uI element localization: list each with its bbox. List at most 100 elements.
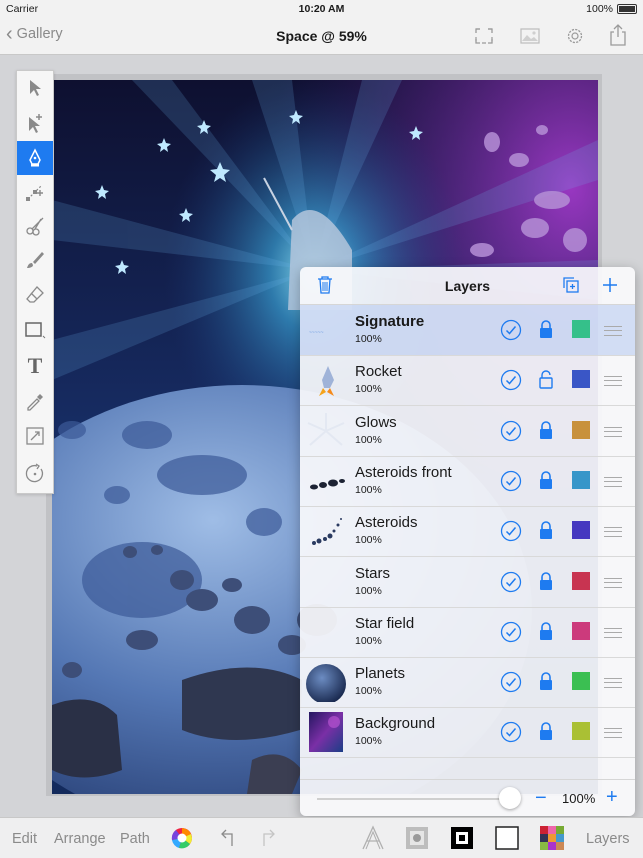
visibility-check-icon[interactable] bbox=[500, 571, 522, 593]
text-tool[interactable]: T bbox=[17, 349, 53, 383]
layer-row[interactable]: ~~~~~ Signature 100% bbox=[300, 305, 635, 356]
reorder-handle[interactable] bbox=[604, 426, 622, 437]
reorder-handle[interactable] bbox=[604, 627, 622, 638]
reorder-handle[interactable] bbox=[604, 678, 622, 689]
eyedropper-tool[interactable] bbox=[17, 384, 53, 418]
pen-icon bbox=[29, 148, 41, 167]
layer-color-swatch[interactable] bbox=[572, 722, 590, 741]
battery-icon bbox=[617, 4, 637, 14]
lock-icon[interactable] bbox=[538, 520, 554, 540]
reorder-handle[interactable] bbox=[604, 527, 622, 538]
undo-icon[interactable] bbox=[218, 828, 238, 848]
lock-icon[interactable] bbox=[538, 721, 554, 741]
duplicate-layer-icon[interactable] bbox=[562, 276, 580, 294]
scissors-tool[interactable] bbox=[17, 209, 53, 243]
text-style-icon[interactable] bbox=[361, 825, 385, 851]
eyedropper-icon bbox=[27, 394, 43, 411]
pen-tool[interactable] bbox=[17, 141, 53, 175]
layer-name: Asteroids bbox=[355, 514, 418, 532]
nav-bar: ‹ Gallery Space @ 59% bbox=[0, 18, 643, 55]
lock-icon[interactable] bbox=[538, 621, 554, 641]
lock-icon[interactable] bbox=[538, 671, 554, 691]
visibility-check-icon[interactable] bbox=[500, 671, 522, 693]
lock-icon[interactable] bbox=[538, 319, 554, 339]
visibility-check-icon[interactable] bbox=[500, 470, 522, 492]
image-icon[interactable] bbox=[519, 26, 541, 46]
opacity-slider-track[interactable] bbox=[317, 798, 517, 800]
eraser-tool[interactable] bbox=[17, 278, 53, 312]
layer-color-swatch[interactable] bbox=[572, 370, 590, 389]
layer-opacity: 100% bbox=[355, 433, 382, 446]
reorder-handle[interactable] bbox=[604, 577, 622, 588]
rotate-icon bbox=[25, 463, 44, 483]
svg-text:~~~~~: ~~~~~ bbox=[309, 330, 324, 336]
arrange-button[interactable]: Arrange bbox=[54, 831, 106, 847]
transform-icon bbox=[26, 427, 44, 445]
color-wheel-icon[interactable] bbox=[171, 827, 193, 849]
layer-row[interactable]: Stars 100% bbox=[300, 557, 635, 608]
node-tool[interactable] bbox=[17, 175, 53, 209]
effects-icon[interactable] bbox=[405, 826, 429, 850]
layer-row[interactable]: Rocket 100% bbox=[300, 355, 635, 407]
scissors-icon bbox=[26, 217, 44, 236]
layer-color-swatch[interactable] bbox=[572, 571, 590, 590]
path-button[interactable]: Path bbox=[120, 831, 150, 847]
opacity-increase-button[interactable]: + bbox=[606, 786, 618, 809]
direct-select-tool[interactable] bbox=[17, 106, 53, 140]
select-tool[interactable] bbox=[17, 71, 53, 105]
unlock-icon[interactable] bbox=[538, 369, 554, 389]
layer-name: Glows bbox=[355, 413, 397, 431]
reorder-handle[interactable] bbox=[604, 376, 622, 387]
gear-icon[interactable] bbox=[564, 26, 586, 46]
visibility-check-icon[interactable] bbox=[500, 369, 522, 391]
layer-row[interactable]: Background 100% bbox=[300, 707, 635, 759]
battery-percent: 100% bbox=[586, 3, 613, 15]
share-icon[interactable] bbox=[607, 23, 629, 47]
transform-tool[interactable] bbox=[17, 419, 53, 453]
layer-color-swatch[interactable] bbox=[572, 320, 590, 338]
visibility-check-icon[interactable] bbox=[500, 520, 522, 542]
fill-color-icon[interactable] bbox=[495, 826, 519, 850]
reorder-handle[interactable] bbox=[604, 326, 622, 336]
reorder-handle[interactable] bbox=[604, 728, 622, 739]
layer-row[interactable]: Planets 100% bbox=[300, 657, 635, 709]
edit-button[interactable]: Edit bbox=[12, 831, 37, 847]
layer-row[interactable]: Star field 100% bbox=[300, 607, 635, 658]
visibility-check-icon[interactable] bbox=[500, 621, 522, 643]
layer-color-swatch[interactable] bbox=[572, 621, 590, 640]
page-title: Space @ 59% bbox=[276, 28, 367, 44]
swatches-icon[interactable] bbox=[540, 826, 564, 850]
layer-color-swatch[interactable] bbox=[572, 470, 590, 489]
redo-icon[interactable] bbox=[258, 828, 278, 848]
visibility-check-icon[interactable] bbox=[500, 420, 522, 442]
brush-tool[interactable] bbox=[17, 243, 53, 277]
visibility-check-icon[interactable] bbox=[500, 319, 522, 341]
layer-color-swatch[interactable] bbox=[572, 521, 590, 540]
layer-name: Stars bbox=[355, 564, 391, 582]
layer-row[interactable]: Asteroids 100% bbox=[300, 506, 635, 558]
layer-color-swatch[interactable] bbox=[572, 420, 590, 439]
fullscreen-icon[interactable] bbox=[473, 26, 495, 46]
opacity-decrease-button[interactable]: − bbox=[535, 787, 547, 810]
layers-button[interactable]: Layers bbox=[586, 831, 630, 847]
rotate-tool[interactable] bbox=[17, 456, 53, 490]
visibility-check-icon[interactable] bbox=[500, 721, 522, 743]
add-layer-icon[interactable] bbox=[601, 276, 619, 294]
layer-opacity: 100% bbox=[355, 584, 382, 597]
layer-row[interactable]: Asteroids front 100% bbox=[300, 456, 635, 507]
lock-icon[interactable] bbox=[538, 420, 554, 440]
lock-icon[interactable] bbox=[538, 470, 554, 490]
layer-name: Background bbox=[355, 715, 436, 733]
layer-name: Planets bbox=[355, 665, 406, 683]
reorder-handle[interactable] bbox=[604, 476, 622, 487]
layer-name: Star field bbox=[355, 614, 415, 632]
stroke-color-icon[interactable] bbox=[450, 826, 474, 850]
layer-thumbnail bbox=[306, 612, 346, 652]
layer-row[interactable]: Glows 100% bbox=[300, 406, 635, 457]
lock-icon[interactable] bbox=[538, 571, 554, 591]
eraser-icon bbox=[26, 286, 44, 303]
layer-name: Asteroids front bbox=[355, 463, 452, 481]
opacity-slider-thumb[interactable] bbox=[499, 787, 521, 809]
rectangle-tool[interactable] bbox=[17, 313, 53, 347]
layer-color-swatch[interactable] bbox=[572, 672, 590, 691]
